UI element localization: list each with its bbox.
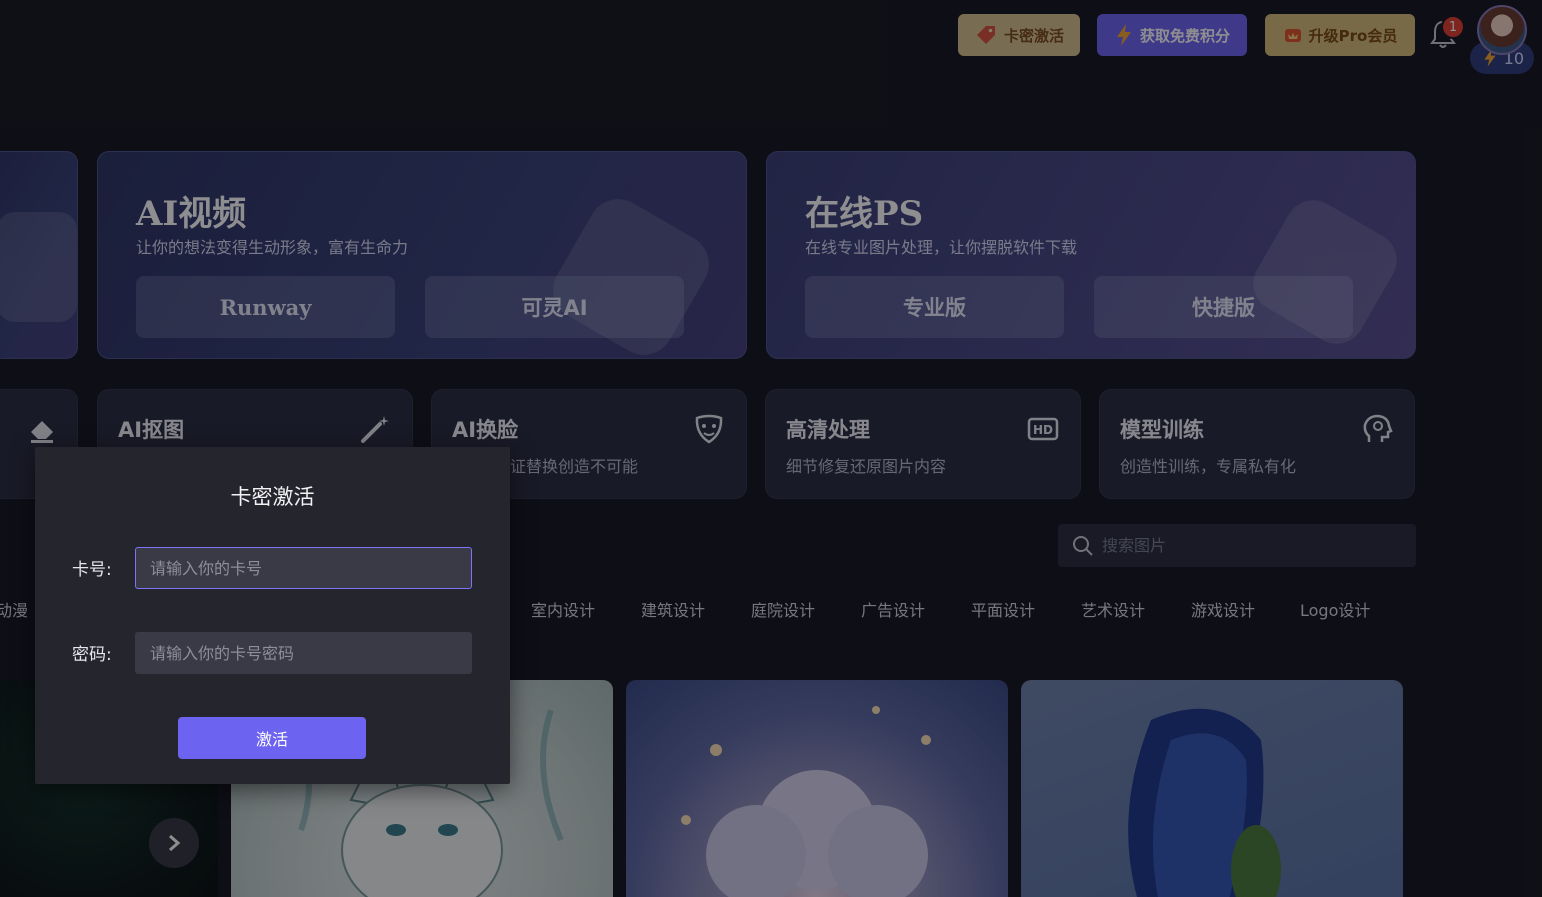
activate-button[interactable]: 激活: [178, 717, 366, 759]
page: 卡密激活 获取免费积分 升级Pro会员 1 10 AI视频 让你的想法变得生动形…: [0, 0, 1542, 897]
dialog-title: 卡密激活: [230, 485, 315, 509]
card-number-label: 卡号:: [72, 560, 112, 580]
password-label: 密码:: [72, 645, 112, 665]
card-number-input[interactable]: [135, 547, 472, 589]
card-activation-dialog: 卡密激活 卡号: 密码: 激活: [35, 447, 510, 784]
password-input[interactable]: [135, 632, 472, 674]
